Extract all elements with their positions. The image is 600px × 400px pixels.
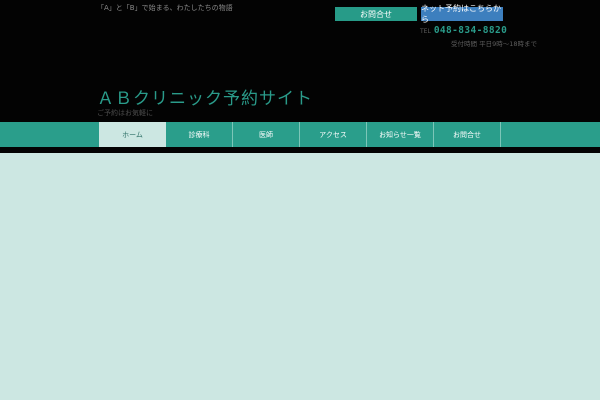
main-content bbox=[0, 153, 600, 400]
global-nav: ホーム 診療科 医師 アクセス お知らせ一覧 お問合せ bbox=[0, 122, 600, 147]
site-subtitle: ご予約はお気軽に bbox=[97, 109, 153, 117]
business-hours: 受付時間 平日9時〜18時まで bbox=[451, 40, 537, 48]
header-tagline: 「A」と「B」で始まる、わたしたちの物語 bbox=[97, 4, 233, 12]
phone-number[interactable]: 048-834-8820 bbox=[434, 25, 507, 36]
nav-item-contact[interactable]: お問合せ bbox=[434, 122, 501, 147]
online-reservation-button[interactable]: ネット予約はこちらから bbox=[421, 4, 503, 24]
nav-item-departments[interactable]: 診療科 bbox=[166, 122, 233, 147]
nav-list: ホーム 診療科 医師 アクセス お知らせ一覧 お問合せ bbox=[99, 122, 501, 147]
nav-item-news[interactable]: お知らせ一覧 bbox=[367, 122, 434, 147]
phone-contact: TEL 048-834-8820 bbox=[420, 25, 507, 36]
nav-item-access[interactable]: アクセス bbox=[300, 122, 367, 147]
site-header: 「A」と「B」で始まる、わたしたちの物語 お問合せ ネット予約はこちらから TE… bbox=[0, 0, 600, 122]
contact-button[interactable]: お問合せ bbox=[335, 7, 417, 21]
nav-item-doctors[interactable]: 医師 bbox=[233, 122, 300, 147]
phone-label: TEL bbox=[420, 28, 431, 35]
site-title[interactable]: ＡＢクリニック予約サイト bbox=[97, 84, 313, 109]
nav-item-home[interactable]: ホーム bbox=[99, 122, 166, 147]
